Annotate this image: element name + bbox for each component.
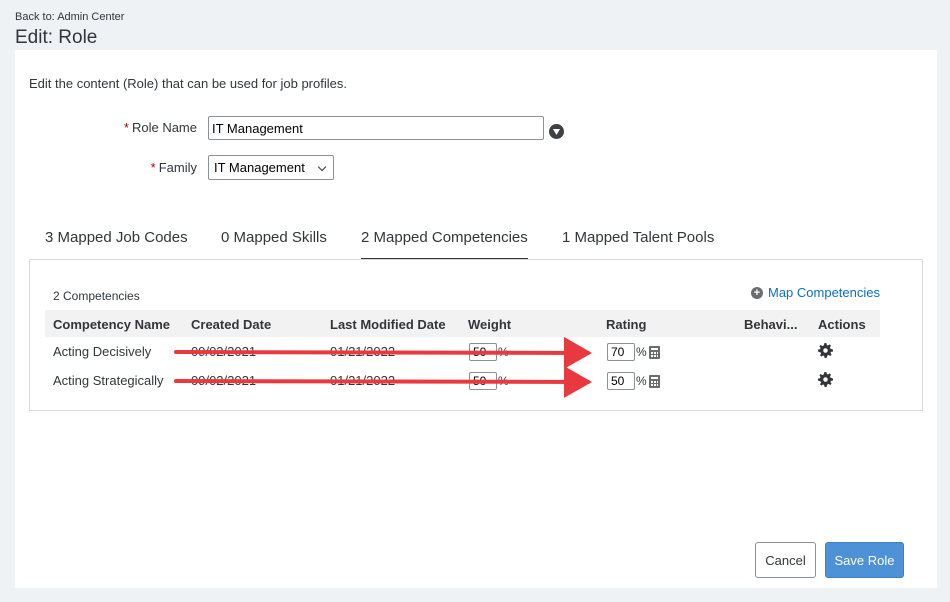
rating-input[interactable] xyxy=(607,343,635,361)
required-mark: * xyxy=(123,120,129,135)
edit-role-card: Edit the content (Role) that can be used… xyxy=(15,50,937,588)
weight-input[interactable] xyxy=(469,372,497,390)
gear-icon[interactable] xyxy=(818,372,833,387)
tab-mapped-competencies[interactable]: 2 Mapped Competencies xyxy=(361,229,528,261)
created-date: 09/02/2021 xyxy=(191,344,257,359)
save-role-button[interactable]: Save Role xyxy=(825,542,904,578)
family-label-text: Family xyxy=(158,160,197,175)
rating-input[interactable] xyxy=(607,372,635,390)
map-competencies-link[interactable]: + Map Competencies xyxy=(751,285,880,300)
modified-date: 01/21/2022 xyxy=(330,344,396,359)
chevron-down-icon xyxy=(317,162,327,172)
column-rating[interactable]: Rating xyxy=(606,317,646,332)
modified-date: 01/21/2022 xyxy=(330,373,396,388)
competencies-panel: 2 Competencies + Map Competencies Compet… xyxy=(29,259,923,411)
created-date: 09/02/2021 xyxy=(191,373,257,388)
column-weight[interactable]: Weight xyxy=(468,317,511,332)
calculator-icon[interactable] xyxy=(649,346,660,359)
column-actions: Actions xyxy=(818,317,866,332)
column-behaviors[interactable]: Behavi... xyxy=(744,317,797,332)
role-name-label-text: Role Name xyxy=(131,120,197,135)
plus-circle-icon: + xyxy=(751,286,763,299)
family-selected-value: IT Management xyxy=(214,160,305,175)
table-row: Acting Strategically 09/02/2021 01/21/20… xyxy=(45,366,880,395)
back-link[interactable]: Back to: Admin Center xyxy=(15,11,124,23)
family-select[interactable]: IT Management xyxy=(208,155,334,180)
gear-icon[interactable] xyxy=(818,343,833,358)
table-row: Acting Decisively 09/02/2021 01/21/2022 … xyxy=(45,337,880,366)
competency-name: Acting Decisively xyxy=(53,344,152,359)
rating-percent: % xyxy=(636,374,647,388)
rating-percent: % xyxy=(636,345,647,359)
weight-percent: % xyxy=(498,374,509,388)
family-label: * Family xyxy=(77,160,197,175)
calculator-icon[interactable] xyxy=(649,375,660,388)
table-header: Competency Name Created Date Last Modifi… xyxy=(45,310,880,337)
competency-name: Acting Strategically xyxy=(53,373,164,388)
tab-mapped-job-codes[interactable]: 3 Mapped Job Codes xyxy=(45,229,188,258)
role-name-label: * Role Name xyxy=(77,120,197,135)
column-competency-name[interactable]: Competency Name xyxy=(53,317,170,332)
page-title: Edit: Role xyxy=(15,27,98,48)
cancel-button[interactable]: Cancel xyxy=(755,542,816,578)
role-name-input[interactable] xyxy=(208,116,544,140)
column-last-modified-date[interactable]: Last Modified Date xyxy=(330,317,446,332)
column-created-date[interactable]: Created Date xyxy=(191,317,271,332)
competency-count: 2 Competencies xyxy=(53,289,140,303)
required-mark: * xyxy=(150,160,156,175)
weight-percent: % xyxy=(498,345,509,359)
weight-input[interactable] xyxy=(469,343,497,361)
map-competencies-label: Map Competencies xyxy=(768,285,880,300)
help-icon[interactable] xyxy=(549,124,564,139)
page-description: Edit the content (Role) that can be used… xyxy=(29,76,347,91)
tab-mapped-skills[interactable]: 0 Mapped Skills xyxy=(221,229,327,258)
tab-mapped-talent-pools[interactable]: 1 Mapped Talent Pools xyxy=(562,229,714,258)
